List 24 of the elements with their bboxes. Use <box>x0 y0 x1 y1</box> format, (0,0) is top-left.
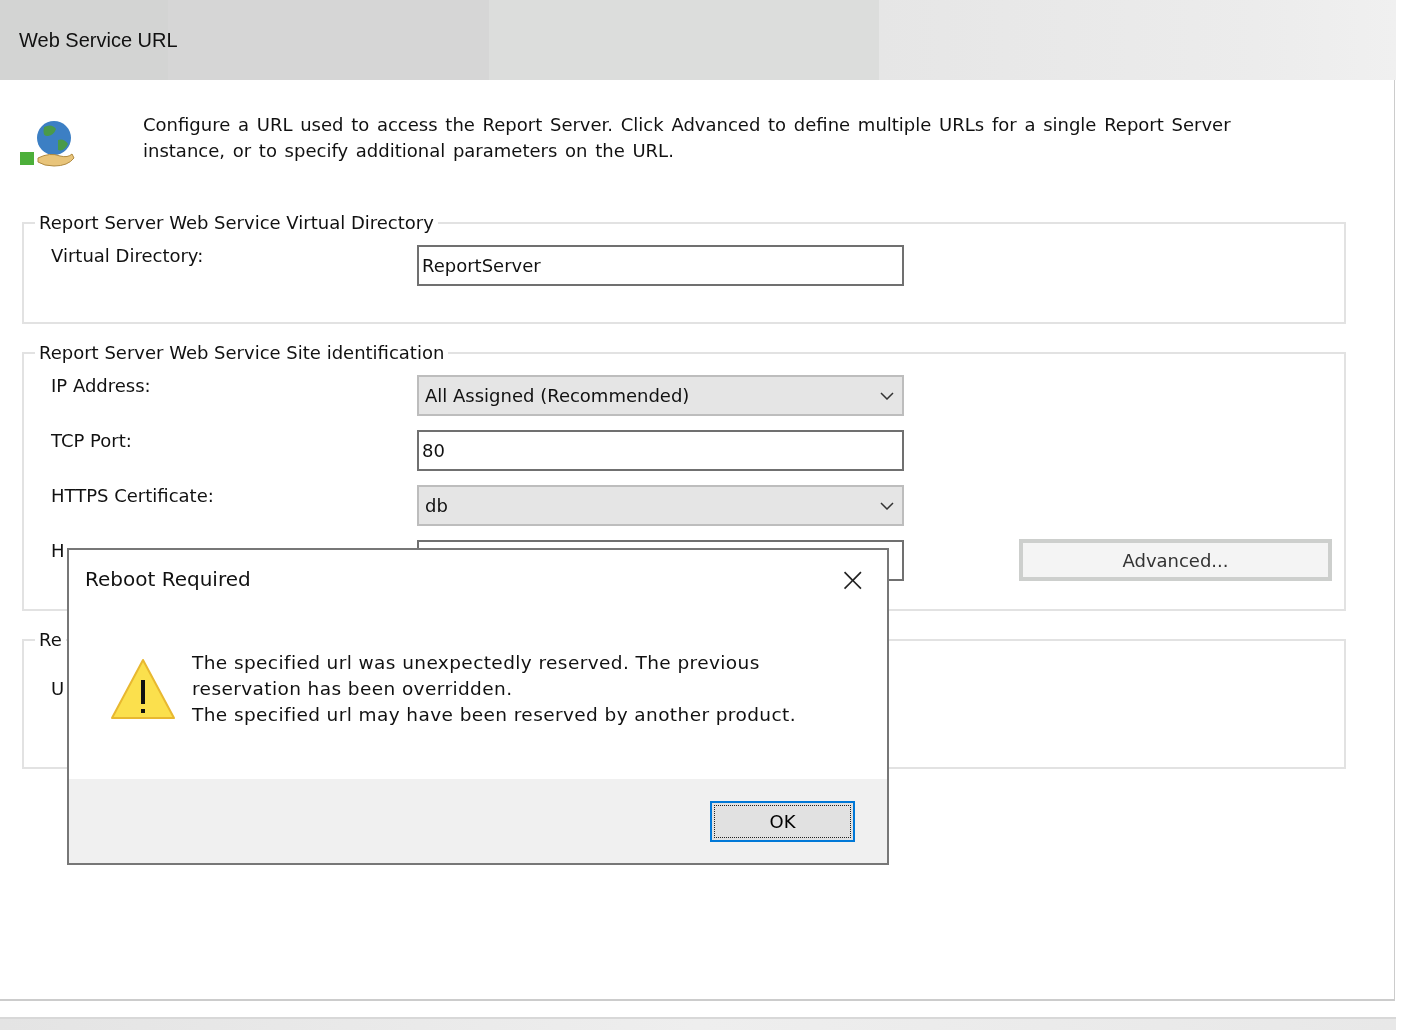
group-title: Report Server Web Service Virtual Directory <box>38 212 435 233</box>
text-field[interactable]: 80 <box>417 430 904 471</box>
ok-button[interactable]: OK <box>710 800 855 842</box>
group-title: Report Server Web Service Site identification <box>38 342 446 363</box>
dialog-message: The specified url was unexpectedly reserved. The previous reservation has been overridden. <box>192 650 761 701</box>
field-label: HTTPS Certificate: <box>51 485 214 506</box>
text-field[interactable]: ReportServer <box>417 245 904 286</box>
field-label: TCP Port: <box>51 430 132 451</box>
advanced-button[interactable]: Advanced... <box>1019 539 1332 581</box>
dialog-title: Reboot Required <box>85 567 251 591</box>
close-button[interactable]: × <box>832 562 873 596</box>
field-label: IP Address: <box>51 375 151 396</box>
field-label: U <box>51 678 65 699</box>
chevron-icon <box>880 391 894 400</box>
warning-icon <box>110 657 176 720</box>
field-label: H <box>51 540 65 561</box>
field-label: Virtual Directory: <box>51 245 204 266</box>
group-title: Re <box>38 629 63 650</box>
chevron-icon <box>880 501 894 510</box>
description-text: Configure a URL used to access the Report Server. Click Advanced to define multiple URLs for a single Report Server instance, or to specify additional parameters on the URL. <box>143 113 1232 163</box>
dropdown[interactable]: db <box>417 485 904 526</box>
dropdown[interactable]: All Assigned (Recommended) <box>417 375 904 416</box>
dialog-message: The specified url may have been reserved by another product. <box>192 702 797 727</box>
page-title: Web Service URL <box>19 28 178 52</box>
